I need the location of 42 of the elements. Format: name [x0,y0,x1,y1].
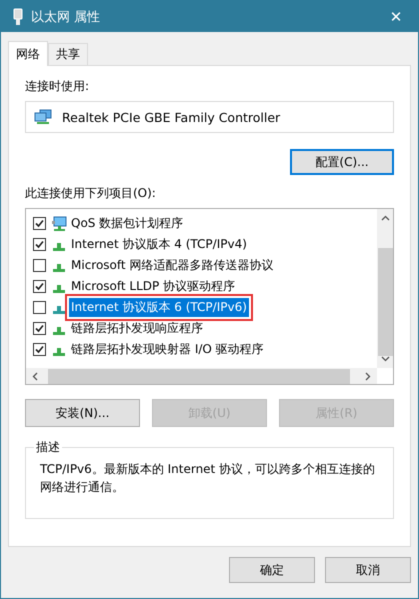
window-title: 以太网 属性 [31,8,102,26]
checkbox[interactable] [33,217,46,230]
checkbox[interactable] [33,322,46,335]
description-text: TCP/IPv6。最新版本的 Internet 协议，可以跨多个相互连接的网络进行通信。 [40,461,376,496]
scroll-up-icon[interactable] [380,215,390,221]
list-item[interactable]: Microsoft 网络适配器多路传送器协议 [69,256,276,275]
configure-button[interactable]: 配置(C)... [290,149,394,175]
adapter-name: Realtek PCIe GBE Family Controller [62,110,280,124]
section-label: 此连接使用下列项目(O): [25,185,157,202]
checkbox[interactable] [33,280,46,293]
scroll-right-icon[interactable] [365,372,371,380]
checkbox[interactable] [33,238,46,251]
list-item[interactable]: Microsoft LLDP 协议驱动程序 [69,277,238,296]
list-item[interactable]: 链路层拓扑发现响应程序 [69,319,205,338]
scroll-down-icon[interactable] [380,356,390,362]
checkbox[interactable] [33,343,46,356]
scroll-left-icon[interactable] [32,372,38,380]
dialog-button[interactable]: 取消 [325,557,411,583]
horizontal-scrollbar[interactable] [26,368,377,384]
list-action-button[interactable]: 安装(N)... [25,399,140,427]
protocol-icon [53,242,65,250]
list-item[interactable]: QoS 数据包计划程序 [69,214,186,233]
list-item[interactable]: Internet 协议版本 6 (TCP/IPv6) [69,298,249,317]
vertical-scrollbar[interactable] [377,209,393,368]
protocol-icon [53,326,65,334]
section-label: 连接时使用: [25,78,90,95]
tab[interactable]: 共享 [48,43,88,65]
protocol-icon [53,348,65,356]
group-title: 描述 [35,439,61,456]
ethernet-plug-icon [13,8,23,26]
close-button[interactable]: ✕ [374,1,418,32]
dialog-button[interactable]: 确定 [229,557,315,583]
network-adapter-icon [34,109,52,125]
list-item[interactable]: Internet 协议版本 4 (TCP/IPv4) [69,235,249,254]
protocol-icon [53,264,65,272]
tab[interactable]: 网络 [8,41,48,66]
protocol-icon [53,284,65,292]
list-item[interactable]: 链路层拓扑发现映射器 I/O 驱动程序 [69,340,266,359]
checkbox[interactable] [33,301,46,314]
monitor-icon [51,216,67,232]
checkbox[interactable] [33,259,46,272]
protocol-icon [53,306,65,314]
